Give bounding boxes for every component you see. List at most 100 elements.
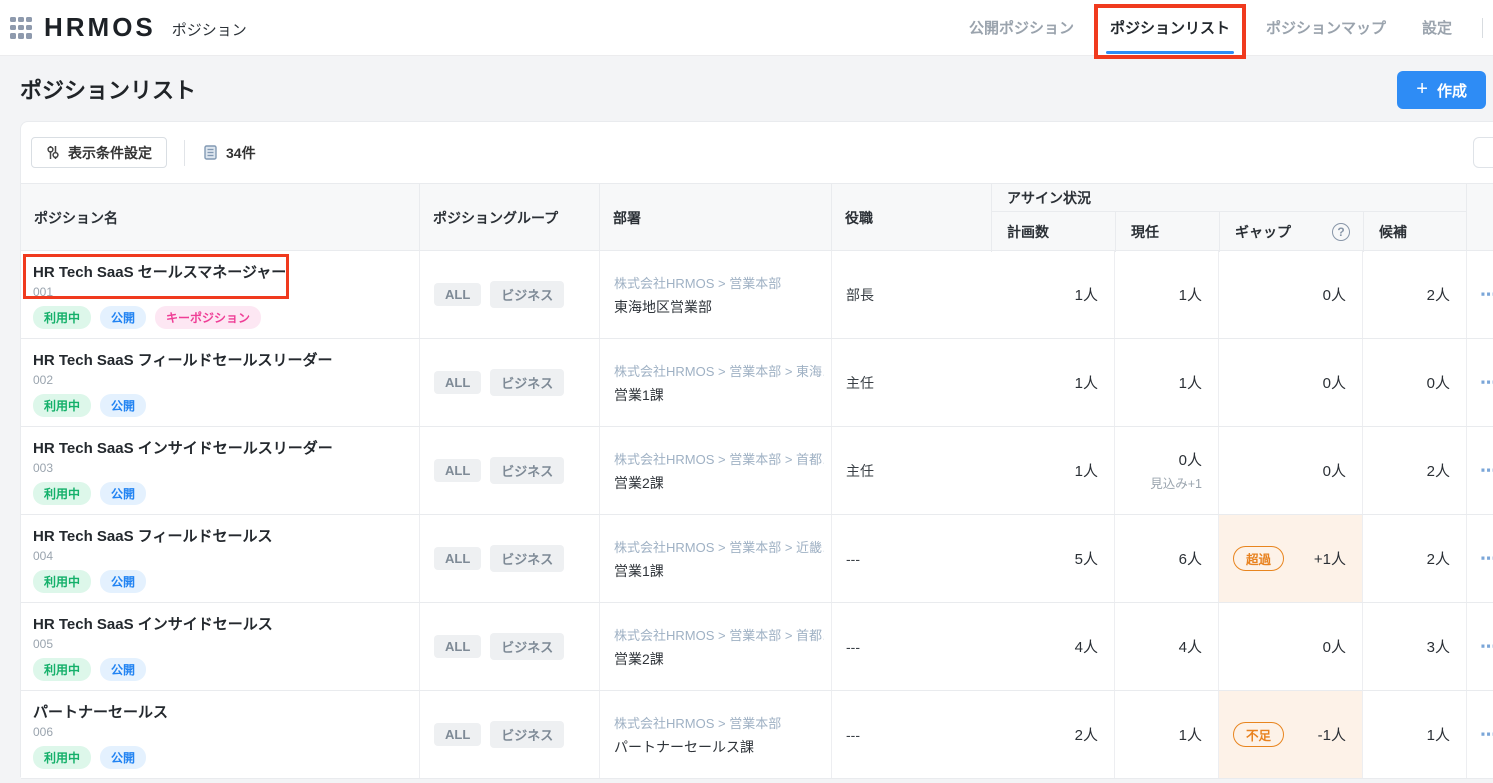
position-name[interactable]: HR Tech SaaS フィールドセールス	[33, 525, 272, 546]
position-name[interactable]: HR Tech SaaS インサイドセールスリーダー	[33, 437, 333, 458]
department-name: 東海地区営業部	[614, 297, 712, 317]
row-menu-icon[interactable]: ⋯	[1466, 691, 1493, 778]
group-cell: ALL ビジネス	[419, 339, 599, 426]
page-head: ポジションリスト + 作成	[0, 56, 1493, 121]
table-header: ポジション名 ポジショングループ 部署 役職 アサイン状況 計画数 現任 ギャッ…	[21, 183, 1493, 251]
status-badge: 公開	[100, 570, 146, 593]
top-bar: HRMOS ポジション 公開ポジション ポジションリスト ポジションマップ 設定	[0, 0, 1493, 56]
position-name[interactable]: HR Tech SaaS セールスマネージャー	[33, 261, 286, 282]
column-header-current[interactable]: 現任	[1115, 212, 1219, 252]
column-header-candidates[interactable]: 候補	[1363, 212, 1467, 252]
position-code: 005	[33, 637, 53, 651]
group-chip: ビジネス	[490, 281, 564, 308]
tab-settings[interactable]: 設定	[1422, 0, 1452, 55]
name-cell[interactable]: HR Tech SaaS フィールドセールスリーダー 002 利用中 公開	[21, 339, 419, 426]
plus-icon: +	[1416, 79, 1428, 101]
status-badge: 利用中	[33, 394, 91, 417]
row-menu-icon[interactable]: ⋯	[1466, 603, 1493, 690]
row-menu-icon[interactable]: ⋯	[1466, 427, 1493, 514]
position-code: 002	[33, 373, 53, 387]
status-badge: 利用中	[33, 658, 91, 681]
status-badge: 公開	[100, 746, 146, 769]
column-header-gap[interactable]: ギャップ ?	[1219, 212, 1363, 252]
current-value: 0人	[1179, 449, 1202, 470]
candidates-cell: 1人	[1362, 691, 1466, 778]
apps-grid-icon[interactable]	[10, 17, 32, 39]
table-row[interactable]: HR Tech SaaS フィールドセールスリーダー 002 利用中 公開 AL…	[21, 339, 1493, 427]
group-chip: ビジネス	[490, 369, 564, 396]
column-header-name[interactable]: ポジション名	[21, 184, 419, 252]
position-name[interactable]: HR Tech SaaS インサイドセールス	[33, 613, 273, 634]
row-menu-icon[interactable]: ⋯	[1466, 339, 1493, 426]
create-button-label: 作成	[1437, 80, 1467, 101]
gap-status-pill: 超過	[1233, 546, 1284, 571]
current-cell: 1人	[1114, 691, 1218, 778]
name-cell[interactable]: HR Tech SaaS セールスマネージャー 001 利用中 公開 キーポジシ…	[21, 251, 419, 338]
department-cell: 株式会社HRMOS > 営業本部 パートナーセールス課	[599, 691, 831, 778]
column-header-actions	[1466, 184, 1493, 252]
plan-cell: 5人	[991, 515, 1114, 602]
create-button[interactable]: + 作成	[1397, 71, 1486, 109]
status-badge: 利用中	[33, 570, 91, 593]
position-code: 006	[33, 725, 53, 739]
position-name[interactable]: パートナーセールス	[33, 701, 168, 722]
department-path[interactable]: 株式会社HRMOS > 営業本部	[614, 273, 781, 292]
department-path[interactable]: 株式会社HRMOS > 営業本部 > 東海…	[614, 361, 824, 380]
badge-row: 利用中 公開 キーポジション	[33, 306, 261, 329]
display-conditions-label: 表示条件設定	[68, 143, 152, 163]
role-cell: 主任	[831, 427, 991, 514]
name-cell[interactable]: HR Tech SaaS インサイドセールス 005 利用中 公開	[21, 603, 419, 690]
candidates-cell: 2人	[1362, 427, 1466, 514]
tab-position-map[interactable]: ポジションマップ	[1266, 0, 1386, 55]
department-path[interactable]: 株式会社HRMOS > 営業本部 > 近畿…	[614, 537, 824, 556]
current-cell: 0人 見込み+1	[1114, 427, 1218, 514]
table-row[interactable]: パートナーセールス 006 利用中 公開 ALL ビジネス 株式会社HRMOS …	[21, 691, 1493, 779]
status-badge: 公開	[100, 482, 146, 505]
department-path[interactable]: 株式会社HRMOS > 営業本部 > 首都…	[614, 625, 824, 644]
assign-cells: 2人 1人 不足 -1人 1人	[991, 691, 1466, 778]
help-icon[interactable]: ?	[1332, 223, 1350, 241]
column-header-group[interactable]: ポジショングループ	[419, 184, 599, 252]
plan-cell: 1人	[991, 251, 1114, 338]
gap-cell: 不足 -1人	[1218, 691, 1362, 778]
group-cell: ALL ビジネス	[419, 427, 599, 514]
table-row[interactable]: HR Tech SaaS インサイドセールスリーダー 003 利用中 公開 AL…	[21, 427, 1493, 515]
gap-value: -1人	[1318, 724, 1346, 745]
department-name: パートナーセールス課	[614, 737, 754, 757]
assign-cells: 4人 4人 0人 3人	[991, 603, 1466, 690]
tab-position-list-label: ポジションリスト	[1110, 17, 1230, 38]
current-cell: 4人	[1114, 603, 1218, 690]
position-table: ポジション名 ポジショングループ 部署 役職 アサイン状況 計画数 現任 ギャッ…	[21, 183, 1493, 779]
plan-cell: 1人	[991, 427, 1114, 514]
candidates-cell: 2人	[1362, 251, 1466, 338]
tab-position-list[interactable]: ポジションリスト	[1110, 0, 1230, 55]
column-header-plan[interactable]: 計画数	[992, 212, 1115, 252]
position-name[interactable]: HR Tech SaaS フィールドセールスリーダー	[33, 349, 332, 370]
plan-cell: 2人	[991, 691, 1114, 778]
tab-public-positions[interactable]: 公開ポジション	[969, 0, 1074, 55]
department-name: 営業2課	[614, 473, 664, 493]
name-cell[interactable]: HR Tech SaaS フィールドセールス 004 利用中 公開	[21, 515, 419, 602]
filter-bar: 表示条件設定 34件	[21, 122, 1493, 183]
hrmos-logo: HRMOS	[44, 12, 156, 43]
edge-partial-button[interactable]	[1473, 137, 1493, 168]
page-title: ポジションリスト	[20, 73, 196, 105]
row-menu-icon[interactable]: ⋯	[1466, 515, 1493, 602]
column-header-department[interactable]: 部署	[599, 184, 831, 252]
department-cell: 株式会社HRMOS > 営業本部 > 首都… 営業2課	[599, 427, 831, 514]
row-menu-icon[interactable]: ⋯	[1466, 251, 1493, 338]
gap-status-pill: 不足	[1233, 722, 1284, 747]
group-cell: ALL ビジネス	[419, 515, 599, 602]
name-cell[interactable]: パートナーセールス 006 利用中 公開	[21, 691, 419, 778]
result-count-label: 34件	[226, 143, 256, 163]
department-name: 営業1課	[614, 385, 664, 405]
column-header-role[interactable]: 役職	[831, 184, 991, 252]
department-path[interactable]: 株式会社HRMOS > 営業本部	[614, 713, 781, 732]
department-path[interactable]: 株式会社HRMOS > 営業本部 > 首都…	[614, 449, 824, 468]
display-conditions-button[interactable]: 表示条件設定	[31, 137, 167, 168]
table-row[interactable]: HR Tech SaaS フィールドセールス 004 利用中 公開 ALL ビジ…	[21, 515, 1493, 603]
table-row[interactable]: HR Tech SaaS セールスマネージャー 001 利用中 公開 キーポジシ…	[21, 251, 1493, 339]
table-row[interactable]: HR Tech SaaS インサイドセールス 005 利用中 公開 ALL ビジ…	[21, 603, 1493, 691]
assign-subheaders: 計画数 現任 ギャップ ? 候補	[992, 212, 1466, 252]
name-cell[interactable]: HR Tech SaaS インサイドセールスリーダー 003 利用中 公開	[21, 427, 419, 514]
